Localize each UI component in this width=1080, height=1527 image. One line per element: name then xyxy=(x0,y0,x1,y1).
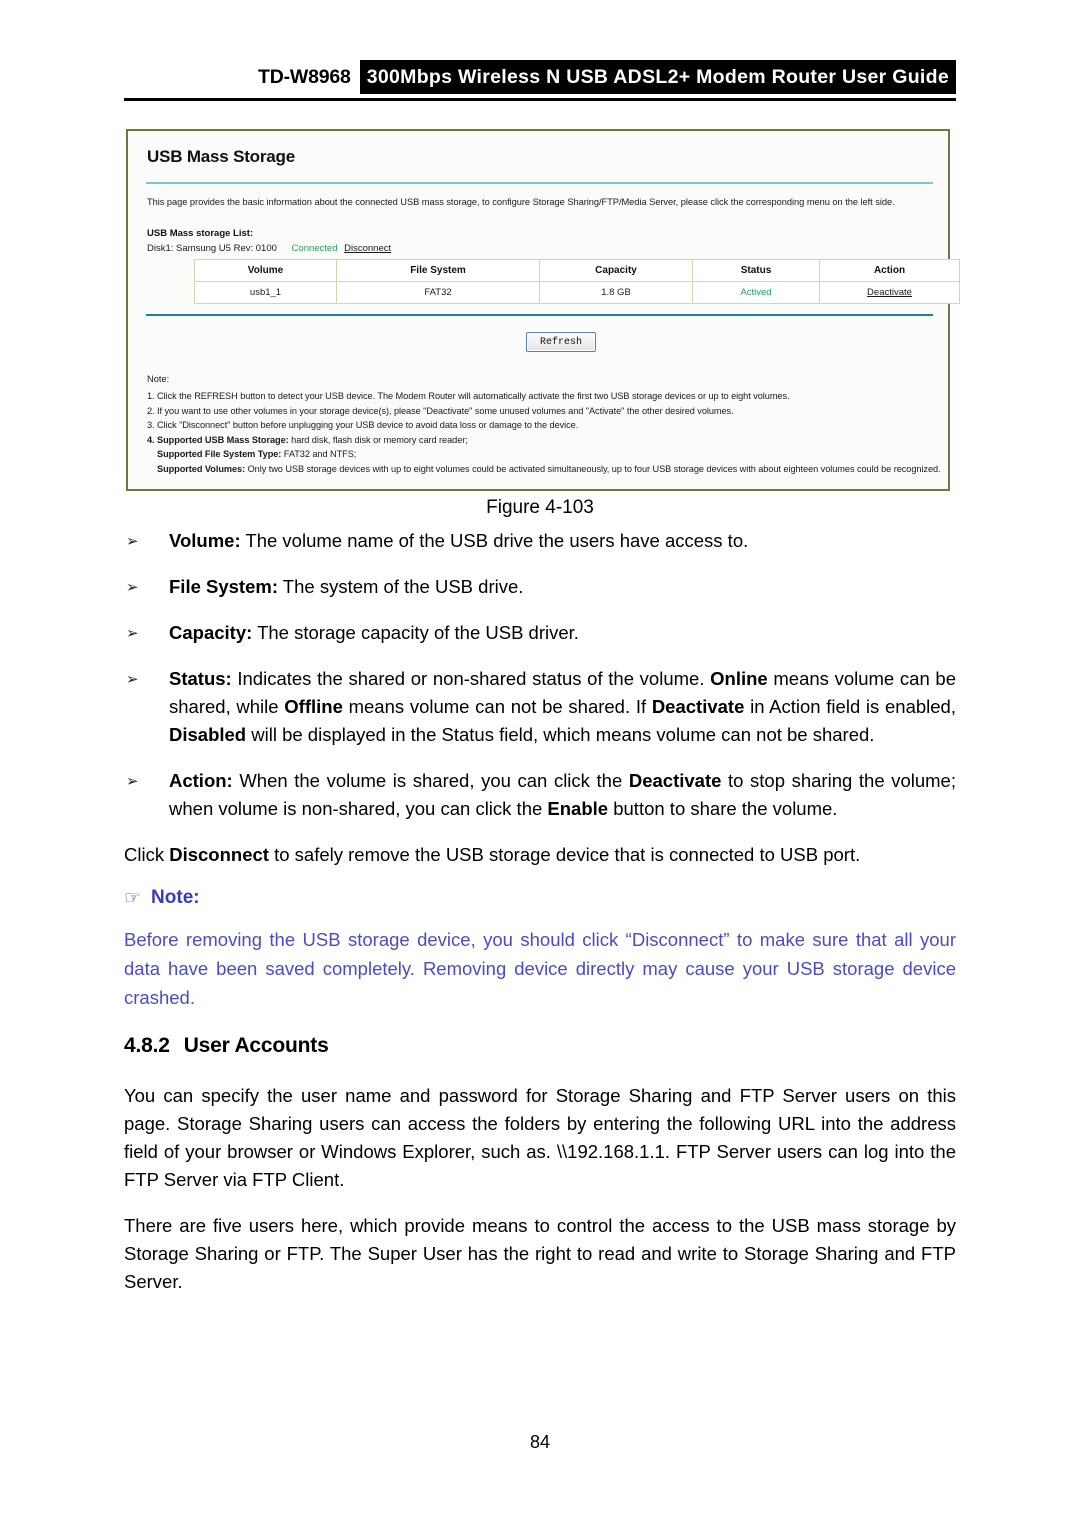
bullet-capacity-text: Capacity: The storage capacity of the US… xyxy=(169,619,956,647)
bullet-file-system-term: File System: xyxy=(169,576,278,597)
bullet-volume-desc: The volume name of the USB drive the use… xyxy=(240,530,749,551)
refresh-button[interactable]: Refresh xyxy=(526,332,596,352)
bullet-marker-icon: ➢ xyxy=(126,578,139,596)
table-header-row: Volume File System Capacity Status Actio… xyxy=(194,259,960,282)
router-ui-panel: USB Mass Storage This page provides the … xyxy=(128,131,960,489)
panel-note-list: 1. Click the REFRESH button to detect yo… xyxy=(147,389,942,476)
bullet-capacity-term: Capacity: xyxy=(169,622,253,643)
bullet-marker-icon: ➢ xyxy=(126,772,139,790)
disk-status-badge: Connected xyxy=(291,243,338,254)
panel-divider-top xyxy=(146,182,933,184)
panel-note-2: 2. If you want to use other volumes in y… xyxy=(147,405,734,416)
panel-note-4-text: hard disk, flash disk or memory card rea… xyxy=(288,434,468,445)
disk-info-row: Disk1: Samsung U5 Rev: 0100 Connected Di… xyxy=(147,243,391,254)
bullet-action-text: Action: When the volume is shared, you c… xyxy=(169,767,956,823)
column-header-status: Status xyxy=(692,259,820,282)
bullet-status-term: Status: xyxy=(169,668,232,689)
note-heading: ☞ Note: xyxy=(124,887,956,909)
note-text: Before removing the USB storage device, … xyxy=(124,929,956,1008)
page-number: 84 xyxy=(529,1432,551,1452)
document-body: ➢ Volume: The volume name of the USB dri… xyxy=(124,527,956,1314)
panel-note-label: Note: xyxy=(147,374,170,384)
deactivate-link[interactable]: Deactivate xyxy=(867,287,912,298)
paragraph-user-accounts-2: There are five users here, which provide… xyxy=(124,1215,956,1292)
header-title-banner: 300Mbps Wireless N USB ADSL2+ Modem Rout… xyxy=(359,60,956,94)
paragraph-disconnect: Click Disconnect to safely remove the US… xyxy=(124,841,956,869)
bullet-capacity: ➢ Capacity: The storage capacity of the … xyxy=(124,619,956,647)
disconnect-link[interactable]: Disconnect xyxy=(344,243,391,254)
figure-caption: Figure 4-103 xyxy=(486,497,594,518)
bullet-marker-icon: ➢ xyxy=(126,624,139,642)
bullet-volume-term: Volume: xyxy=(169,530,241,551)
bullet-status-b4: Disabled xyxy=(169,724,247,745)
usb-volumes-table: Volume File System Capacity Status Actio… xyxy=(194,259,960,304)
bullet-status-text: Status: Indicates the shared or non-shar… xyxy=(169,665,956,749)
bullet-status-b3: Deactivate xyxy=(651,696,745,717)
bullet-capacity-desc: The storage capacity of the USB driver. xyxy=(252,622,579,643)
bullet-marker-icon: ➢ xyxy=(126,532,139,550)
disk-name-label: Disk1: Samsung U5 Rev: 0100 xyxy=(147,243,277,254)
bullet-status-b2: Offline xyxy=(284,696,343,717)
page-header: TD-W8968 300Mbps Wireless N USB ADSL2+ M… xyxy=(124,60,956,101)
bullet-status-p5: will be displayed in the Status field, w… xyxy=(246,724,875,745)
usb-storage-list-label: USB Mass storage List: xyxy=(147,228,254,239)
section-title: User Accounts xyxy=(183,1034,329,1057)
bullet-volume-text: Volume: The volume name of the USB drive… xyxy=(169,527,956,555)
panel-divider-bottom xyxy=(146,314,933,316)
bullet-action-b1: Deactivate xyxy=(628,770,722,791)
column-header-volume: Volume xyxy=(194,259,337,282)
bullet-action-term: Action: xyxy=(169,770,233,791)
panel-note-6-text: Only two USB storage devices with up to … xyxy=(245,463,941,474)
bullet-file-system-desc: The system of the USB drive. xyxy=(278,576,524,597)
panel-note-5-text: FAT32 and NTFS; xyxy=(281,449,357,459)
section-heading-user-accounts: 4.8.2 User Accounts xyxy=(124,1034,956,1058)
pointing-hand-icon: ☞ xyxy=(124,887,142,909)
column-header-capacity: Capacity xyxy=(539,259,693,282)
column-header-file-system: File System xyxy=(336,259,540,282)
column-header-action: Action xyxy=(819,259,960,282)
bullet-status: ➢ Status: Indicates the shared or non-sh… xyxy=(124,665,956,749)
panel-note-5-label: Supported File System Type: xyxy=(157,449,282,459)
section-number: 4.8.2 xyxy=(124,1034,170,1057)
bullet-action: ➢ Action: When the volume is shared, you… xyxy=(124,767,956,823)
panel-note-1: 1. Click the REFRESH button to detect yo… xyxy=(147,391,790,401)
panel-note-6-label: Supported Volumes: xyxy=(157,463,246,474)
table-row: usb1_1 FAT32 1.8 GB Actived Deactivate xyxy=(194,281,960,304)
panel-intro-text: This page provides the basic information… xyxy=(147,197,895,207)
bullet-volume: ➢ Volume: The volume name of the USB dri… xyxy=(124,527,956,555)
bullet-status-p4: in Action field is enabled, xyxy=(744,696,956,717)
panel-title: USB Mass Storage xyxy=(147,147,295,166)
note-label: Note: xyxy=(151,887,200,908)
disconnect-p2: to safely remove the USB storage device … xyxy=(268,844,861,865)
cell-file-system: FAT32 xyxy=(336,281,540,304)
header-row: TD-W8968 300Mbps Wireless N USB ADSL2+ M… xyxy=(124,60,956,94)
header-model-name: TD-W8968 xyxy=(258,65,351,88)
cell-volume: usb1_1 xyxy=(194,281,337,304)
bullet-status-p3: means volume can not be shared. If xyxy=(342,696,652,717)
panel-note-5: Supported File System Type: FAT32 and NT… xyxy=(147,447,942,462)
cell-action: Deactivate xyxy=(819,281,960,304)
bullet-status-p1: Indicates the shared or non-shared statu… xyxy=(231,668,711,689)
bullet-marker-icon: ➢ xyxy=(126,670,139,688)
disconnect-b1: Disconnect xyxy=(169,844,269,865)
disconnect-p1: Click xyxy=(124,844,170,865)
panel-note-3: 3. Click "Disconnect" button before unpl… xyxy=(147,420,579,430)
figure-usb-mass-storage: USB Mass Storage This page provides the … xyxy=(126,129,960,491)
paragraph-user-accounts-1: You can specify the user name and passwo… xyxy=(124,1085,956,1190)
bullet-action-p3: button to share the volume. xyxy=(608,798,838,819)
bullet-status-b1: Online xyxy=(710,668,768,689)
panel-note-4-label: 4. Supported USB Mass Storage: xyxy=(147,434,289,445)
header-rule xyxy=(124,98,956,101)
panel-note-4: 4. Supported USB Mass Storage: hard disk… xyxy=(147,433,942,448)
bullet-action-p1: When the volume is shared, you can click… xyxy=(232,770,629,791)
cell-status: Actived xyxy=(692,281,820,304)
bullet-file-system-text: File System: The system of the USB drive… xyxy=(169,573,956,601)
bullet-file-system: ➢ File System: The system of the USB dri… xyxy=(124,573,956,601)
cell-capacity: 1.8 GB xyxy=(539,281,693,304)
panel-note-6: Supported Volumes: Only two USB storage … xyxy=(147,462,942,477)
bullet-action-b2: Enable xyxy=(547,798,609,819)
